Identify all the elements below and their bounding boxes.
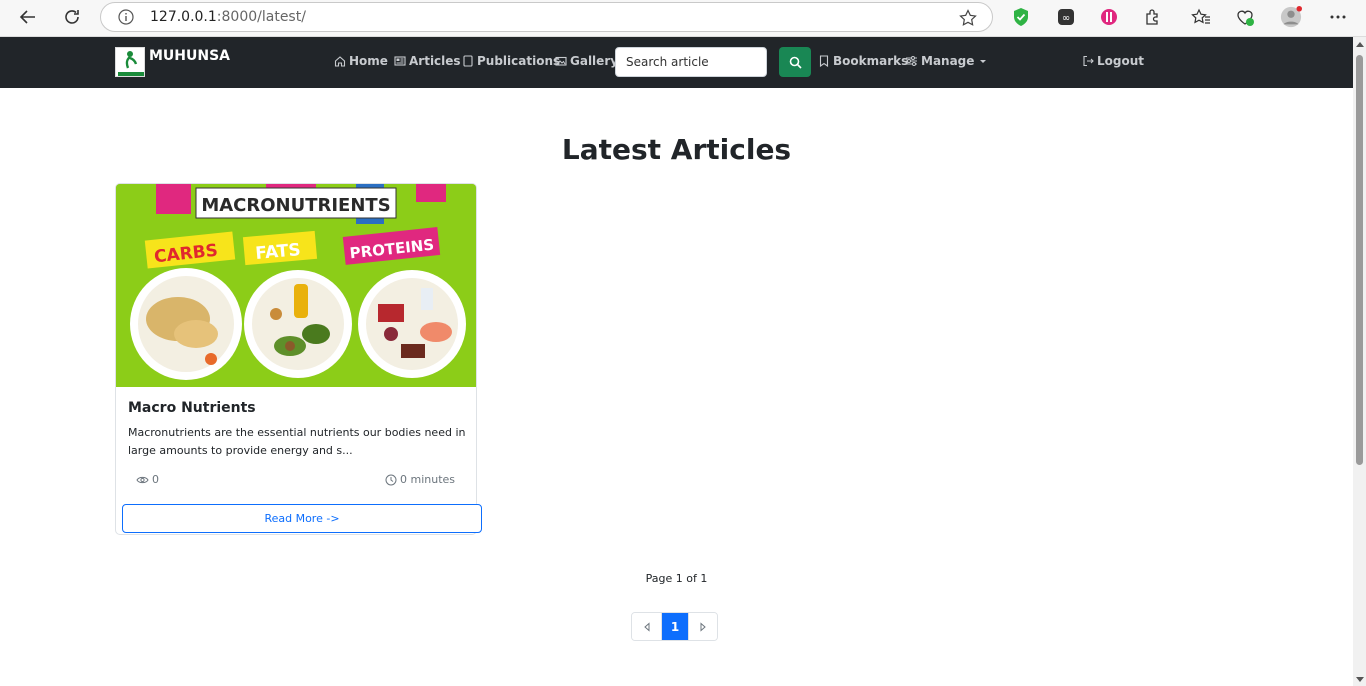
bookmark-icon (819, 55, 829, 67)
page-1-button[interactable]: 1 (661, 613, 688, 640)
address-bar[interactable]: 127.0.0.1:8000/latest/ (100, 2, 993, 32)
svg-text:∞: ∞ (1062, 13, 1070, 24)
more-menu-icon[interactable] (1327, 6, 1349, 28)
images-icon (555, 56, 567, 66)
house-icon (334, 56, 346, 67)
article-card: MACRONUTRIENTS CARBS FATS PROTEINS Macro… (115, 183, 482, 535)
nav-publications[interactable]: Publications (462, 54, 560, 68)
infinity-extension-icon[interactable]: ∞ (1055, 6, 1077, 28)
caret-left-icon (643, 621, 649, 632)
read-time-value: 0 minutes (400, 473, 456, 486)
brand-name: MUHUNSA (149, 48, 231, 64)
brand-link[interactable]: MUHUNSA (115, 47, 230, 77)
nav-bookmarks[interactable]: Bookmarks (818, 54, 908, 68)
reload-button[interactable] (57, 4, 87, 30)
pagination-info: Page 1 of 1 (645, 572, 708, 585)
image-fats-text: FATS (255, 240, 302, 264)
shield-extension-icon[interactable] (1010, 6, 1032, 28)
favorites-icon[interactable] (1190, 6, 1212, 28)
newspaper-icon (394, 56, 406, 66)
bookmark-star-icon[interactable] (958, 8, 978, 28)
view-count: 0 (152, 473, 159, 486)
extensions-puzzle-icon[interactable] (1142, 6, 1164, 28)
site-navbar: MUHUNSA Home Articles Publications Galle… (0, 37, 1353, 88)
search-icon (789, 56, 802, 69)
caret-down-icon (980, 60, 987, 63)
scroll-down-arrow[interactable] (1356, 677, 1364, 682)
previous-page-button[interactable] (632, 613, 661, 640)
search-button[interactable] (779, 47, 811, 77)
article-title[interactable]: Macro Nutrients (128, 400, 256, 416)
next-page-button[interactable] (688, 613, 717, 640)
nav-manage-dropdown[interactable]: Manage (905, 54, 991, 68)
article-thumbnail[interactable]: MACRONUTRIENTS CARBS FATS PROTEINS (116, 184, 476, 387)
back-button[interactable] (13, 4, 43, 30)
image-banner-text: MACRONUTRIENTS (201, 195, 390, 216)
caret-right-icon (700, 621, 706, 632)
reload-icon (65, 10, 79, 24)
read-more-button[interactable]: Read More -> (122, 504, 482, 533)
eye-icon (136, 476, 149, 483)
nav-home[interactable]: Home (334, 54, 388, 68)
pink-extension-icon[interactable] (1098, 6, 1120, 28)
nav-articles[interactable]: Articles (394, 54, 461, 68)
search-input[interactable] (615, 47, 767, 77)
brand-logo (115, 47, 145, 77)
page-title: Latest Articles (561, 133, 792, 166)
profile-avatar-icon[interactable] (1280, 6, 1302, 28)
page-scrollbar[interactable] (1353, 37, 1366, 686)
arrow-left-icon (19, 10, 35, 24)
clock-icon (385, 474, 397, 485)
site-info-icon[interactable] (117, 8, 135, 26)
pagination: 1 (631, 612, 718, 641)
document-icon (463, 55, 473, 67)
logout-icon (1083, 55, 1094, 67)
scrollbar-thumb[interactable] (1356, 55, 1363, 465)
article-read-time: 0 minutes (385, 473, 455, 486)
browser-toolbar: 127.0.0.1:8000/latest/ ∞ (0, 0, 1366, 37)
sliders-icon (906, 56, 917, 66)
health-extension-icon[interactable] (1234, 6, 1256, 28)
nav-logout[interactable]: Logout (1082, 54, 1144, 68)
article-views: 0 (136, 473, 159, 486)
scroll-up-arrow[interactable] (1356, 42, 1364, 47)
url-text: 127.0.0.1:8000/latest/ (150, 9, 306, 25)
article-excerpt: Macronutrients are the essential nutrien… (128, 426, 466, 457)
nav-gallery[interactable]: Gallery (555, 54, 618, 68)
